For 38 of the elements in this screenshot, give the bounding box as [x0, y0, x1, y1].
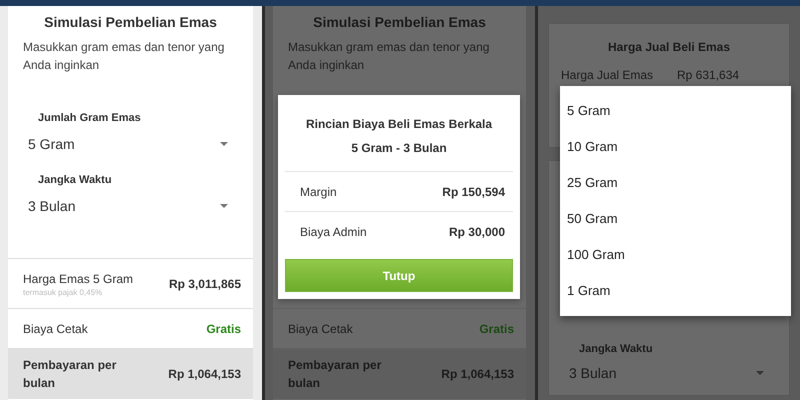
menu-option[interactable]: 25 Gram: [560, 164, 791, 200]
dialog-subtitle: 5 Gram - 3 Bulan: [351, 141, 447, 155]
card-title: Harga Jual Beli Emas: [608, 39, 730, 54]
menu-option[interactable]: 1 Gram: [560, 272, 791, 308]
summary-value: Rp 1,064,153: [441, 367, 514, 381]
menu-option[interactable]: 50 Gram: [560, 200, 791, 236]
screen-title: Simulasi Pembelian Emas: [313, 13, 486, 30]
field-label: Jangka Waktu: [578, 343, 653, 355]
summary-label: Pembayaran per bulan: [23, 357, 118, 392]
price-value: Rp 631,634: [677, 68, 740, 82]
dropdown-field[interactable]: 5 Gram: [28, 136, 228, 152]
summary-label: Biaya Cetak: [23, 320, 88, 338]
menu-option[interactable]: 10 Gram: [560, 128, 791, 164]
summary-value: Gratis: [206, 322, 241, 336]
tax-note: termasuk pajak 0,45%: [23, 288, 104, 297]
menu-option[interactable]: 100 Gram: [560, 236, 791, 272]
summary-label: Biaya Cetak: [288, 320, 353, 338]
price-label: Harga Jual Emas: [561, 68, 654, 82]
summary-value: Rp 3,011,865: [168, 276, 241, 290]
dialog-title: Rincian Biaya Beli Emas Berkala: [306, 117, 492, 131]
summary-label: Pembayaran per bulan: [288, 357, 382, 392]
caret-icon: [220, 204, 228, 208]
summary-value: Gratis: [479, 322, 514, 336]
menu-option[interactable]: 5 Gram: [560, 92, 791, 128]
screen-title: Simulasi Pembelian Emas: [44, 13, 217, 30]
cost-label: Margin: [300, 184, 337, 198]
cost-value: Rp 30,000: [448, 224, 505, 238]
summary-value: Rp 1,064,153: [168, 367, 241, 381]
cost-label: Biaya Admin: [300, 224, 367, 238]
cost-value: Rp 150,594: [442, 184, 505, 198]
field-label: Jumlah Gram Emas: [37, 112, 141, 124]
caret-icon: [220, 142, 228, 146]
caret-icon: [756, 371, 764, 375]
instruction-text: Masukkan gram emas dan tenor yang Anda inginkan: [22, 39, 226, 74]
summary-label: Harga Emas 5 Gram: [23, 271, 134, 288]
dropdown-field[interactable]: 3 Bulan: [28, 198, 228, 214]
instruction-text: Masukkan gram emas dan tenor yang Anda inginkan: [287, 39, 490, 74]
field-label: Jangka Waktu: [37, 174, 112, 186]
